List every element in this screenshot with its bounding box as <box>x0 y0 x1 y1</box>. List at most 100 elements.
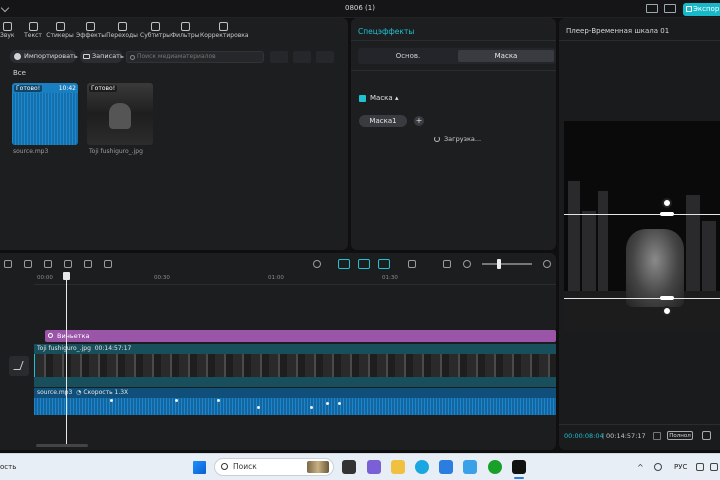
effects-icon <box>85 22 95 31</box>
capcut-app-icon[interactable] <box>512 460 526 474</box>
teams-icon[interactable] <box>367 460 381 474</box>
redo-icon[interactable] <box>24 260 32 268</box>
feather-handle-icon[interactable] <box>662 198 672 208</box>
preview-axis-icon[interactable] <box>408 260 416 268</box>
toolbar-label: Переходы <box>106 32 138 39</box>
toolbar-label: Текст <box>24 32 42 39</box>
fullscreen-button[interactable]: Полнол <box>667 431 693 440</box>
grid-view-icon[interactable] <box>270 51 288 63</box>
volume-icon[interactable] <box>710 463 718 471</box>
grid-icon[interactable] <box>653 432 661 440</box>
keyframe-dot[interactable] <box>310 406 313 409</box>
audio-clip-header[interactable]: source.mp3 ◔ Скорость 1.3X <box>34 388 556 398</box>
zoom-slider-handle[interactable] <box>497 259 501 269</box>
keyframe-dot[interactable] <box>217 399 220 402</box>
timeline-panel: 00:00 00:30 01:00 01:30 Виньетка Toji fu… <box>0 253 556 450</box>
divider <box>559 424 720 425</box>
toolbar-subtitles[interactable]: Субтитры <box>140 22 171 44</box>
screen-mode-icon[interactable] <box>443 260 451 268</box>
wifi-icon[interactable] <box>696 463 704 471</box>
mask-bottom-handle[interactable] <box>660 296 674 300</box>
taskbar-search-input[interactable]: Поиск <box>214 458 334 476</box>
windows-start-icon[interactable] <box>193 461 206 474</box>
magnet-icon[interactable] <box>358 259 370 269</box>
toolbar-text[interactable]: Текст <box>22 22 44 44</box>
split-icon[interactable] <box>44 260 52 268</box>
input-language[interactable]: РУС <box>674 463 687 471</box>
playhead[interactable] <box>66 273 67 445</box>
photos-icon[interactable] <box>463 460 477 474</box>
undo-icon[interactable] <box>4 260 12 268</box>
record-label: Записать <box>92 52 124 60</box>
current-time: 00:00:08:04 <box>564 432 604 440</box>
os-taskbar: ость Поиск ^ РУС <box>0 453 720 480</box>
keyframe-dot[interactable] <box>326 402 329 405</box>
trim-right-icon[interactable] <box>84 260 92 268</box>
screen-icon[interactable] <box>664 4 676 13</box>
plus-circle-icon <box>14 53 21 60</box>
zoom-slider[interactable] <box>482 263 532 265</box>
loading-label: Загрузка... <box>444 135 482 143</box>
divider <box>351 70 556 71</box>
section-label: Все <box>13 69 26 77</box>
xbox-icon[interactable] <box>488 460 502 474</box>
keyframe-dot[interactable] <box>338 402 341 405</box>
ruler-tick: 00:00 <box>37 275 53 281</box>
video-clip-header[interactable]: Toji fushiguro_.jpg 00:14:57:17 <box>34 344 556 354</box>
effect-clip-vignette[interactable]: Виньетка <box>45 330 556 342</box>
toolbar-adjust[interactable]: Корректировка <box>200 22 249 44</box>
link-clips-icon[interactable] <box>338 259 350 269</box>
mask-top-handle[interactable] <box>660 212 674 216</box>
mask-checkbox[interactable] <box>359 95 366 102</box>
microphone-icon[interactable] <box>313 260 321 268</box>
layout-icon[interactable] <box>646 4 658 13</box>
tab-mask[interactable]: Маска <box>458 50 554 62</box>
media-search-input[interactable]: Поиск медиаматериалов <box>126 51 264 63</box>
player-preview[interactable] <box>564 121 720 331</box>
task-view-icon[interactable] <box>342 460 356 474</box>
tray-chevron-icon[interactable]: ^ <box>637 463 644 472</box>
sort-icon[interactable] <box>293 51 311 63</box>
snap-icon[interactable] <box>378 259 390 269</box>
store-icon[interactable] <box>439 460 453 474</box>
import-button[interactable]: Импортировать <box>10 50 78 63</box>
trim-left-icon[interactable] <box>64 260 72 268</box>
rotate-handle-icon[interactable] <box>662 306 672 316</box>
edge-browser-icon[interactable] <box>415 460 429 474</box>
media-item-audio[interactable]: Готово! 10:42 <box>12 83 78 145</box>
delete-icon[interactable] <box>104 260 112 268</box>
time-ruler[interactable]: 00:00 00:30 01:00 01:30 <box>34 275 556 285</box>
keyframe-dot[interactable] <box>257 406 260 409</box>
taskbar-weather-text: ость <box>0 463 17 471</box>
playhead-handle[interactable] <box>63 272 70 280</box>
tab-basic[interactable]: Основ. <box>360 50 456 62</box>
app-window: 0806 (1) Экспор Звук Текст Стикеры Эффек… <box>0 0 720 480</box>
taskbar-search-placeholder: Поиск <box>233 462 257 471</box>
toolbar-label: Субтитры <box>140 32 171 39</box>
filter-icon[interactable] <box>316 51 334 63</box>
sticker-icon <box>55 22 65 31</box>
media-item-image[interactable]: Готово! <box>87 83 153 145</box>
toolbar-filters[interactable]: Фильтры <box>171 22 199 44</box>
mask-section-label[interactable]: Маска ▴ <box>370 94 398 102</box>
add-mask-button[interactable]: + <box>414 116 424 126</box>
zoom-in-icon[interactable] <box>543 260 551 268</box>
media-panel: Звук Текст Стикеры Эффекты Переходы Субт… <box>0 18 348 250</box>
file-explorer-icon[interactable] <box>391 460 405 474</box>
keyframe-dot[interactable] <box>110 399 113 402</box>
keyframe-dot[interactable] <box>175 399 178 402</box>
toolbar-stickers[interactable]: Стикеры <box>46 22 74 44</box>
zoom-out-icon[interactable] <box>463 260 471 268</box>
toolbar-transitions[interactable]: Переходы <box>106 22 138 44</box>
toolbar-label: Эффекты <box>76 32 106 39</box>
mask-item-button[interactable]: Маска1 <box>359 115 407 127</box>
ruler-tick: 01:00 <box>268 275 284 281</box>
timeline-scrollbar[interactable] <box>36 444 88 447</box>
export-button[interactable]: Экспор <box>683 3 720 16</box>
tray-status-icon[interactable] <box>654 463 662 471</box>
track-edit-button[interactable] <box>9 356 29 376</box>
toolbar-sound[interactable]: Звук <box>0 22 15 44</box>
focus-icon[interactable] <box>702 431 711 440</box>
record-button[interactable]: Записать <box>80 50 124 63</box>
toolbar-effects[interactable]: Эффекты <box>76 22 106 44</box>
